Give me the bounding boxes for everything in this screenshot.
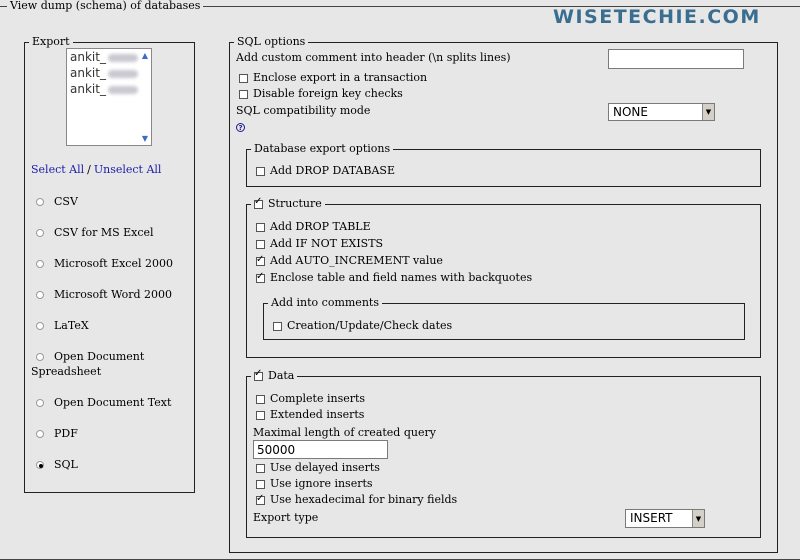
format-word-2000[interactable]: Microsoft Word 2000 (36, 288, 172, 302)
format-odt[interactable]: Open Document Text (36, 396, 171, 410)
complete-inserts-checkbox[interactable] (256, 394, 265, 404)
backquotes[interactable]: Enclose table and field names with backq… (256, 270, 532, 285)
outer-legend: View dump (schema) of databases (10, 0, 201, 12)
data-checkbox[interactable] (254, 368, 263, 381)
backquotes-checkbox[interactable] (256, 270, 265, 284)
format-csv-radio[interactable] (36, 198, 44, 206)
auto-increment-checkbox[interactable] (256, 253, 265, 267)
format-odt-radio[interactable] (36, 399, 44, 407)
hexadecimal[interactable]: Use hexadecimal for binary fields (256, 492, 457, 507)
scroll-up-icon[interactable]: ▲ (139, 51, 151, 60)
db-export-options-legend: Database export options (254, 142, 391, 155)
format-latex[interactable]: LaTeX (36, 319, 89, 333)
if-not-exists[interactable]: Add IF NOT EXISTS (256, 237, 383, 251)
format-csv[interactable]: CSV (36, 195, 78, 209)
format-csv-excel-radio[interactable] (36, 229, 44, 237)
data-legend: Data (251, 368, 297, 382)
complete-inserts[interactable]: Complete inserts (256, 392, 365, 406)
drop-database-checkbox[interactable] (256, 166, 265, 176)
comment-input[interactable] (608, 49, 744, 69)
structure-checkbox[interactable] (254, 196, 263, 209)
format-ods-line2: Spreadsheet (31, 365, 102, 378)
redacted-name (107, 85, 138, 94)
format-excel-2000[interactable]: Microsoft Excel 2000 (36, 257, 173, 271)
compat-mode-select[interactable]: NONE ▼ (608, 103, 715, 121)
drop-database[interactable]: Add DROP DATABASE (256, 164, 395, 178)
export-type-select[interactable]: INSERT ▼ (625, 509, 705, 528)
delayed-inserts[interactable]: Use delayed inserts (256, 461, 380, 475)
creation-dates-checkbox[interactable] (273, 321, 282, 331)
delayed-inserts-checkbox[interactable] (256, 463, 265, 473)
format-ods[interactable]: Open Document (36, 350, 144, 364)
extended-inserts[interactable]: Extended inserts (256, 408, 364, 422)
link-separator: / (87, 163, 91, 176)
enclose-transaction-checkbox[interactable] (239, 73, 248, 83)
compat-label: SQL compatibility mode (236, 104, 371, 117)
unselect-all-link[interactable]: Unselect All (94, 163, 162, 177)
structure-legend: Structure (251, 196, 325, 210)
comments-legend: Add into comments (271, 296, 379, 309)
hexadecimal-checkbox[interactable] (256, 492, 265, 506)
if-not-exists-checkbox[interactable] (256, 239, 265, 249)
max-length-input[interactable] (253, 440, 388, 459)
drop-table-checkbox[interactable] (256, 222, 265, 232)
format-ods-radio[interactable] (36, 353, 44, 361)
select-all-link[interactable]: Select All (31, 163, 84, 177)
chevron-down-icon[interactable]: ▼ (702, 104, 714, 120)
chevron-down-icon[interactable]: ▼ (692, 510, 704, 527)
format-sql[interactable]: SQL (36, 458, 78, 472)
redacted-name (107, 53, 138, 62)
creation-dates[interactable]: Creation/Update/Check dates (273, 319, 452, 333)
disable-fk-checkbox[interactable] (239, 89, 248, 99)
redacted-name (107, 69, 138, 78)
format-csv-excel[interactable]: CSV for MS Excel (36, 226, 154, 240)
database-list[interactable]: ankit_ ankit_ ankit_ ▲ ▼ (66, 48, 152, 146)
format-sql-radio[interactable] (36, 461, 44, 469)
disable-fk-checks[interactable]: Disable foreign key checks (239, 87, 403, 101)
comment-label: Add custom comment into header (\n split… (236, 51, 511, 64)
ignore-inserts[interactable]: Use ignore inserts (256, 477, 373, 491)
export-type-label: Export type (253, 511, 319, 524)
max-length-label: Maximal length of created query (253, 426, 436, 439)
help-icon[interactable]: ? (236, 123, 245, 132)
format-word-2000-radio[interactable] (36, 291, 44, 299)
format-latex-radio[interactable] (36, 322, 44, 330)
drop-table[interactable]: Add DROP TABLE (256, 220, 371, 234)
format-pdf-radio[interactable] (36, 430, 44, 438)
enclose-transaction[interactable]: Enclose export in a transaction (239, 71, 427, 85)
database-list-scrollbar[interactable]: ▲ ▼ (139, 49, 151, 145)
sql-options-legend: SQL options (237, 35, 306, 48)
select-links: Select All / Unselect All (31, 163, 161, 177)
ignore-inserts-checkbox[interactable] (256, 479, 265, 489)
format-pdf[interactable]: PDF (36, 427, 78, 441)
format-excel-2000-radio[interactable] (36, 260, 44, 268)
extended-inserts-checkbox[interactable] (256, 410, 265, 420)
export-legend: Export (32, 35, 70, 48)
auto-increment[interactable]: Add AUTO_INCREMENT value (256, 253, 443, 268)
scroll-down-icon[interactable]: ▼ (139, 134, 151, 143)
brand-logo: WISETECHIE.COM (553, 6, 761, 28)
